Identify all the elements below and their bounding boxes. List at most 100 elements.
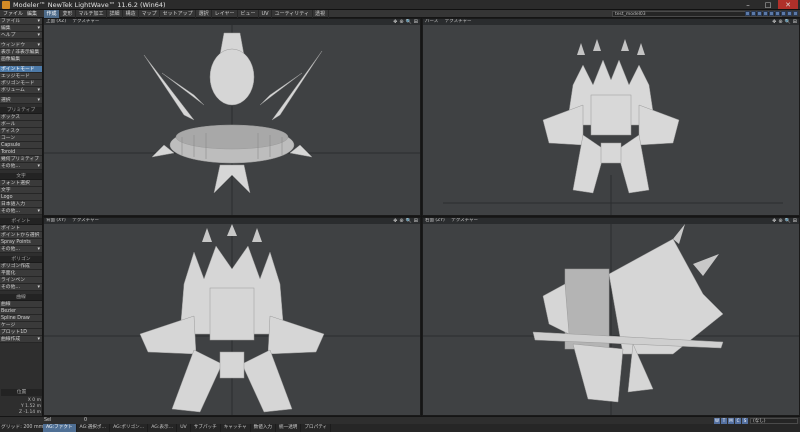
sidebar-item[interactable]: フォント選択 [0, 180, 42, 187]
bottom-toggle-9[interactable]: プロパティ [301, 424, 332, 432]
tool-sidebar: ファイル編集ヘルプウィンドウ表示 / 非表示編集画像編集ポイントモードエッジモー… [0, 18, 43, 424]
tab-0[interactable]: 作成 [44, 10, 61, 18]
viewport-top[interactable]: 上面 (XZ) テクスチャー ✥ ⊕ 🔍 ⊞ [43, 18, 421, 216]
layer-button-1[interactable] [745, 11, 750, 16]
lightwave-logo-icon [2, 1, 10, 9]
minimize-button[interactable]: – [738, 0, 758, 9]
layer-button-8[interactable] [787, 11, 792, 16]
menu-file[interactable]: ファイル [1, 10, 25, 18]
sidebar-item[interactable]: エッジモード [0, 73, 42, 80]
bottom-toggle-3[interactable]: AG:表示… [148, 424, 178, 432]
sidebar-item[interactable]: 幾何プリミティブ [0, 156, 42, 163]
bottom-bar: グリッド: 200 mm AG:ファクト AG:選択ポ… AG:ポリゴン… AG:表示… [0, 424, 800, 432]
sidebar-group-header: 曲線 [0, 294, 42, 301]
maximize-button[interactable]: □ [758, 0, 778, 9]
layer-buttons [744, 11, 798, 16]
status-bar: Sel 0 WTMCS (なし) [0, 416, 800, 424]
menu-edit[interactable]: 編集 [25, 10, 39, 18]
layer-button-2[interactable] [751, 11, 756, 16]
model-top-view [44, 25, 420, 215]
viewport-shading-dropdown[interactable]: テクスチャー [451, 218, 478, 223]
bottom-toggle-1[interactable]: AG:選択ポ… [77, 424, 111, 432]
layer-button-6[interactable] [775, 11, 780, 16]
tab-9[interactable]: ビュー [238, 10, 259, 18]
layer-button-7[interactable] [781, 11, 786, 16]
sidebar-item[interactable]: 編集 [0, 25, 42, 32]
sidebar-item[interactable]: 曲線 [0, 301, 42, 308]
sidebar-item[interactable]: ボール [0, 121, 42, 128]
viewport-shading-dropdown[interactable]: テクスチャー [72, 218, 99, 223]
sidebar-item[interactable]: ポイントから選択 [0, 232, 42, 239]
sidebar-item[interactable]: ラインペン [0, 277, 42, 284]
sidebar-item[interactable]: 曲線作成 [0, 336, 42, 343]
sidebar-item[interactable]: Spray Points [0, 239, 42, 246]
sidebar-item[interactable]: ポリゴン作成 [0, 263, 42, 270]
sidebar-item[interactable]: その他… [0, 208, 42, 215]
sidebar-item[interactable]: 文字 [0, 187, 42, 194]
tab-6[interactable]: セットアップ [160, 10, 197, 18]
tab-1[interactable]: 変形 [60, 10, 77, 18]
viewport-area: 上面 (XZ) テクスチャー ✥ ⊕ 🔍 ⊞ パース テクスチャー ✥ ⊕ 🔍 … [43, 18, 800, 416]
tab-5[interactable]: マップ [139, 10, 161, 18]
bottom-toggle-5[interactable]: サブパッチ [191, 424, 221, 432]
viewport-view-dropdown[interactable]: 上面 (XZ) [46, 19, 66, 24]
sidebar-item[interactable]: Capsule [0, 142, 42, 149]
viewport-view-dropdown[interactable]: 背面 (XY) [46, 218, 66, 223]
bottom-toggle-6[interactable]: キャッチャ [221, 424, 251, 432]
viewport-right[interactable]: 右面 (ZY) テクスチャー ✥ ⊕ 🔍 ⊞ [422, 217, 800, 416]
bottom-toggle-2[interactable]: AG:ポリゴン… [110, 424, 149, 432]
viewport-view-dropdown[interactable]: パース [425, 19, 438, 24]
sidebar-item[interactable]: ボックス [0, 114, 42, 121]
viewport-shading-dropdown[interactable]: テクスチャー [445, 19, 472, 24]
layer-button-3[interactable] [757, 11, 762, 16]
bottom-toggle-8[interactable]: 統一透明 [276, 424, 302, 432]
sidebar-group-header: 文字 [0, 173, 42, 180]
tab-8[interactable]: レイヤー [212, 10, 238, 18]
sidebar-item[interactable]: プロット1D [0, 329, 42, 336]
sidebar-item[interactable]: Toroid [0, 149, 42, 156]
sidebar-item[interactable]: ボリューム [0, 87, 42, 94]
title-bar: Modeler™ NewTek LightWave™ 11.6.2 (Win64… [0, 0, 800, 10]
sidebar-item[interactable]: 表示 / 非表示編集 [0, 49, 42, 56]
layer-button-4[interactable] [763, 11, 768, 16]
sidebar-item[interactable]: 平面化 [0, 270, 42, 277]
sidebar-item[interactable]: Logo [0, 194, 42, 201]
sidebar-item[interactable]: ファイル [0, 18, 42, 25]
tab-4[interactable]: 構造 [123, 10, 140, 18]
sidebar-item[interactable]: その他… [0, 163, 42, 170]
bottom-toggle-0[interactable]: AG:ファクト [43, 424, 77, 432]
sidebar-item[interactable]: 画像編集 [0, 56, 42, 63]
model-right-view [423, 224, 799, 415]
sidebar-item[interactable]: ポイントモード [0, 66, 42, 73]
tab-2[interactable]: マルチ加工 [76, 10, 108, 18]
tab-7[interactable]: 選択 [196, 10, 213, 18]
sidebar-item[interactable]: ケージ [0, 322, 42, 329]
sidebar-item[interactable]: ポイント [0, 225, 42, 232]
menu-bar: ファイル 編集 作成 変形 マルチ加工 詳細 構造 マップ セットアップ 選択 レイヤー ビュー U… [0, 10, 800, 18]
bottom-toggle-4[interactable]: UV [177, 424, 191, 432]
tab-10[interactable]: UV [259, 10, 273, 18]
sidebar-item[interactable]: 日本語入力 [0, 201, 42, 208]
sidebar-item[interactable]: その他… [0, 284, 42, 291]
tab-12[interactable]: 透視 [313, 10, 329, 18]
viewport-view-dropdown[interactable]: 右面 (ZY) [425, 218, 445, 223]
viewport-front[interactable]: 背面 (XY) テクスチャー ✥ ⊕ 🔍 ⊞ [43, 217, 421, 416]
sidebar-item[interactable]: Bezier [0, 308, 42, 315]
viewport-perspective[interactable]: パース テクスチャー ✥ ⊕ 🔍 ⊞ [422, 18, 800, 216]
sidebar-item[interactable]: ヘルプ [0, 32, 42, 39]
sidebar-item[interactable]: Spline Draw [0, 315, 42, 322]
viewport-shading-dropdown[interactable]: テクスチャー [73, 19, 100, 24]
sidebar-item[interactable]: コーン [0, 135, 42, 142]
sidebar-item[interactable]: その他… [0, 246, 42, 253]
sidebar-item[interactable]: ディスク [0, 128, 42, 135]
bottom-toggle-7[interactable]: 数値入力 [251, 424, 277, 432]
layer-button-9[interactable] [793, 11, 798, 16]
sidebar-item[interactable]: ウィンドウ [0, 42, 42, 49]
sidebar-item[interactable]: ポリゴンモード [0, 80, 42, 87]
tab-3[interactable]: 詳細 [107, 10, 124, 18]
sidebar-item[interactable]: 選択 [0, 97, 42, 104]
close-button[interactable]: ✕ [778, 0, 798, 9]
tab-11[interactable]: ユーティリティ [272, 10, 313, 18]
model-front-view [44, 224, 420, 415]
layer-button-5[interactable] [769, 11, 774, 16]
